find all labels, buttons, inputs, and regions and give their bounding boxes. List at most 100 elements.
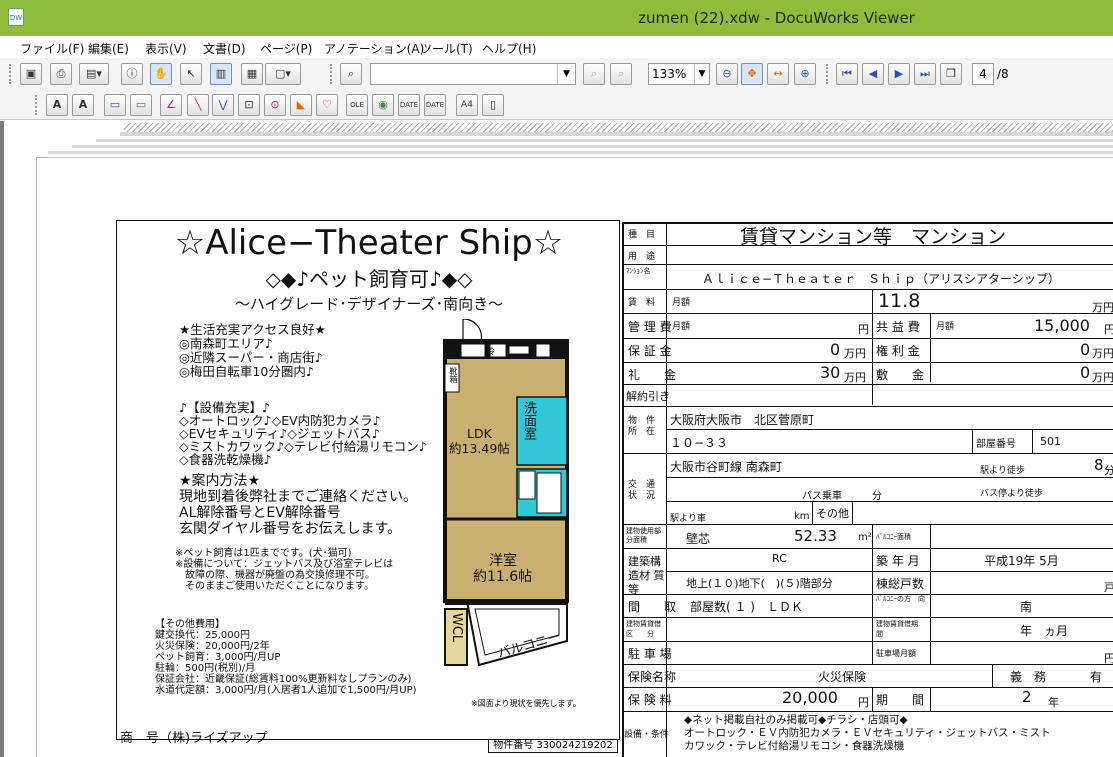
fit-width-icon[interactable]: ↔ (767, 63, 789, 85)
spec-value-shiki: 0 (1080, 363, 1091, 382)
menu-help[interactable]: ヘルプ(H) (482, 40, 536, 57)
page-stack-edge (96, 139, 1113, 142)
pen-icon[interactable]: ∠ (160, 94, 182, 116)
page-thumbnails-icon[interactable]: ❐ (940, 63, 962, 85)
menu-document[interactable]: 文書(D) (203, 40, 246, 57)
line-icon[interactable]: ╲ (187, 94, 209, 116)
menu-bar: ファイル(F) 編集(E) 表示(V) 文書(D) ページ(P) アノテーション… (0, 36, 1113, 58)
first-page-icon[interactable]: ⏮ (836, 63, 858, 85)
spec-getsugaku: 月額 (672, 322, 691, 332)
previous-page-icon[interactable]: ◀ (862, 63, 884, 85)
spec-unit-man-yen: 万円 (1092, 347, 1113, 360)
properties-icon[interactable]: ⓘ (121, 63, 143, 85)
spec-value-hoken-name: 火災保険 (818, 670, 867, 684)
spec-label-kotsu: 交 通状 況 (628, 480, 656, 501)
search-input[interactable]: ▼ (370, 63, 576, 85)
horizontal-splitter[interactable] (124, 123, 1113, 132)
spec-label-yoto: 用 途 (628, 252, 656, 262)
text-annotation-icon[interactable]: A (46, 94, 68, 116)
next-page-icon[interactable]: ▶ (888, 63, 910, 85)
toolbar-grip[interactable] (826, 64, 829, 84)
company-name: 商 号（株)ライズアップ (120, 731, 268, 746)
spec-label-balcony-dir: ﾊﾞﾙｺﾆｰの方 向 (876, 595, 925, 603)
spec-unit-man-yen: 万円 (1092, 371, 1113, 384)
left-pane-edge[interactable] (0, 121, 4, 757)
spec-value-menseki: 52.33 (794, 527, 837, 545)
page-stack-edge (120, 132, 1113, 136)
annotation-mode-icon[interactable]: ▥ (210, 63, 232, 85)
menu-tool[interactable]: ツール(T) (420, 40, 473, 57)
menu-view[interactable]: 表示(V) (145, 40, 187, 57)
stamp-icon[interactable]: ◉ (372, 94, 394, 116)
spec-value-rei: 30 (820, 363, 841, 382)
hand-tool-icon[interactable]: ✋ (150, 63, 172, 85)
extract-dropdown[interactable]: ▢▾ (265, 63, 301, 85)
spec-label-chikunen: 築 年 月 (876, 554, 920, 568)
zoom-in-icon[interactable]: ⊕ (794, 63, 816, 85)
spec-label-tatemono-kikan: 建物賃貸借期 間 (876, 620, 932, 638)
spec-unit-man-yen: 万円 (844, 347, 866, 360)
spec-value-hokenryo: 20,000 (782, 688, 838, 707)
zoom-select[interactable]: 133% ▼ (648, 63, 710, 85)
menu-page[interactable]: ページ(P) (260, 40, 312, 57)
find-next-icon[interactable]: ⌕ (610, 63, 632, 85)
spec-value-madori: 部屋数( １ ) ＬＤＫ (690, 600, 803, 614)
spec-label-madori: 間 取 (628, 600, 677, 614)
date-stamp-icon[interactable]: DATE (398, 94, 420, 116)
spec-label-chushajo-getsugaku: 駐車場月額 (876, 649, 916, 658)
find-previous-icon[interactable]: ⌕ (583, 63, 605, 85)
spec-eki-kuruma: 駅より車 (670, 514, 706, 524)
polyline-icon[interactable]: ⋁ (212, 94, 234, 116)
spec-value-hosho: 0 (830, 340, 841, 359)
menu-file[interactable]: ファイル(F) (20, 40, 84, 57)
flyer-point: ★生活充実アクセス良好★ (179, 322, 326, 337)
spec-value-hoken-kikan: 2 (1022, 688, 1032, 706)
polygon-icon[interactable]: ◣ (290, 94, 312, 116)
select-tool-icon[interactable]: ↖ (180, 63, 202, 85)
spec-value-kikan: 年 ヵ月 (1020, 624, 1069, 638)
spec-label-kenri: 権 利 金 (876, 344, 920, 358)
page-stack-edge (48, 151, 1113, 154)
cloud-icon[interactable]: ♡ (316, 94, 338, 116)
save-icon[interactable]: ▣ (20, 63, 42, 85)
spec-label-heya: 部屋番号 (976, 439, 1016, 450)
spec-value-walk: 8 (1094, 456, 1104, 474)
zoom-out-icon[interactable]: ⊖ (716, 63, 738, 85)
ole-stamp-icon[interactable]: OLE (346, 94, 368, 116)
page-settings-dropdown[interactable]: ▤▾ (79, 63, 109, 85)
spec-label-bukken: 物 件所 在 (628, 416, 656, 437)
page-number-input[interactable]: 4 (972, 63, 994, 85)
flyer-cost: 駐輪：500円(税別)/月 (155, 663, 256, 674)
binoculars-search-icon[interactable]: ⌕ (340, 63, 362, 85)
ellipse-icon[interactable]: ⊙ (264, 94, 286, 116)
flyer-priority-note: ※図面より現状を優先します。 (471, 699, 581, 708)
marker-blue-icon[interactable]: ▭ (104, 94, 126, 116)
toolbar-grip[interactable] (330, 64, 333, 84)
property-flyer: ☆Alice−Theater Ship☆ ◇◆♪ペット飼育可♪◆◇ 〜ハイグレー… (116, 220, 620, 740)
page-frame-icon[interactable]: ▯ (482, 94, 504, 116)
spec-setsubi-line: カワック・テレビ付給湯リモコン・食器洗燥機 (684, 740, 905, 752)
view-mode-icon[interactable]: ▦ (241, 63, 263, 85)
toolbar-grip[interactable] (35, 95, 38, 115)
spec-label-kaiyaku: 解約引き (626, 390, 670, 403)
menu-edit[interactable]: 編集(E) (88, 40, 129, 57)
zoom-dropdown-arrow[interactable]: ▼ (694, 64, 709, 84)
spec-unit-man-yen: 万円 (1092, 301, 1113, 314)
flyer-note: そのままご使用いただくことになります。 (175, 581, 374, 592)
last-page-icon[interactable]: ⏭ (914, 63, 936, 85)
text-box-annotation-icon[interactable]: A (72, 94, 94, 116)
spec-bus-walk: バス停より徒歩 (980, 489, 1043, 499)
spec-unit-m2: m² (858, 532, 872, 543)
toolbar-grip[interactable] (9, 64, 12, 84)
spec-label-balcony-area: ﾊﾞﾙｺﾆｰ面積 (876, 533, 911, 541)
page-size-a4-icon[interactable]: A4 (456, 94, 478, 116)
menu-annotation[interactable]: アノテーション(A) (324, 40, 424, 57)
marker-green-icon[interactable]: ▭ (130, 94, 152, 116)
spec-value-floors: 地上(１０)地下( )(５)階部分 (686, 577, 833, 590)
fit-page-icon[interactable]: ✥ (741, 63, 763, 85)
rectangle-icon[interactable]: ⊡ (238, 94, 260, 116)
date-stamp-2-icon[interactable]: DATE (424, 94, 446, 116)
search-dropdown-arrow[interactable]: ▼ (557, 64, 575, 84)
main-toolbar: ▣ ⎙ ▤▾ ⓘ ✋ ↖ ▥ ▦ ▢▾ ⌕ ▼ ⌕ ⌕ 133% ▼ ⊖ ✥ ↔… (0, 58, 1113, 90)
print-icon[interactable]: ⎙ (50, 63, 72, 85)
